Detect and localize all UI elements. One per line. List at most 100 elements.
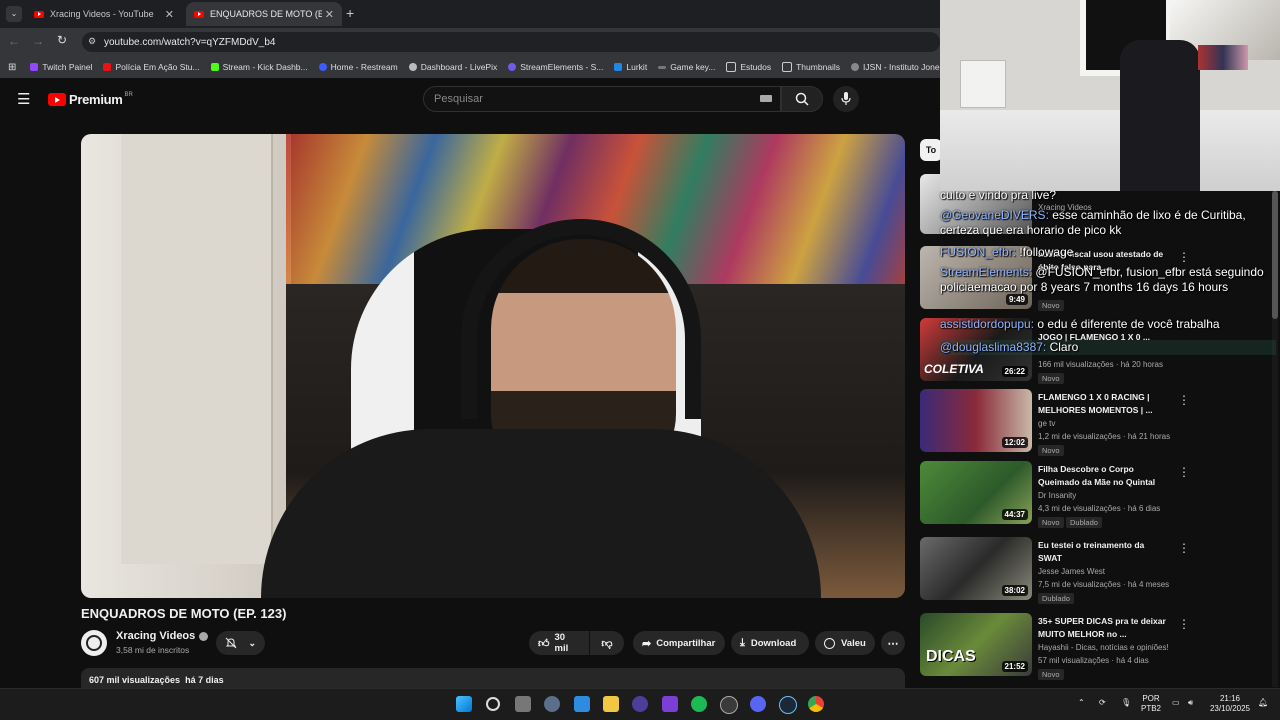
chat-user: assistidordopupu: xyxy=(940,317,1035,331)
notifications-icon[interactable]: 🔔︎ xyxy=(1258,698,1268,708)
chat-user: @douglaslima8387: xyxy=(940,340,1047,354)
new-badge: Novo xyxy=(1038,373,1064,384)
filter-chip-all[interactable]: To xyxy=(920,139,942,161)
tab-label: Xracing Videos - YouTube xyxy=(50,9,154,19)
bookmark-label: Dashboard - LivePix xyxy=(420,62,498,72)
network-icon[interactable]: ▭ xyxy=(1172,698,1180,708)
channel-avatar[interactable] xyxy=(81,630,107,656)
more-options-icon[interactable]: ⋮ xyxy=(1178,617,1190,631)
back-icon[interactable]: ← xyxy=(8,34,20,48)
obs-icon[interactable] xyxy=(720,696,738,714)
video-meta: 1,2 mi de visualizações · há 21 horas xyxy=(1038,432,1171,441)
bookmark-label: Twitch Painel xyxy=(42,62,93,72)
settings-icon[interactable] xyxy=(544,696,560,712)
bookmark-gamekey[interactable]: Game key... xyxy=(658,62,715,72)
bookmark-policia[interactable]: Polícia Em Ação Stu... xyxy=(103,62,200,72)
more-options-icon[interactable]: ⋮ xyxy=(1178,393,1190,407)
bookmark-folder-estudos[interactable]: Estudos xyxy=(726,62,771,72)
tab-xracing[interactable]: Xracing Videos - YouTube ✕ xyxy=(26,2,182,26)
download-button[interactable]: ⤓ Download xyxy=(731,631,809,655)
tab-enquadros[interactable]: ENQUADROS DE MOTO (EP. 12 ✕ xyxy=(186,2,342,26)
chat-user: @GeovaneDIVERS: xyxy=(940,208,1049,222)
bookmark-kick[interactable]: Stream - Kick Dashb... xyxy=(210,62,308,72)
video-title: 35+ SUPER DICAS pra te deixar MUITO MELH… xyxy=(1038,616,1166,639)
search-placeholder: Pesquisar xyxy=(434,93,483,105)
video-thumbnail: 12:02 xyxy=(920,389,1032,452)
bookmark-label: Game key... xyxy=(670,62,716,72)
verified-icon xyxy=(199,631,209,641)
bookmark-streamelements[interactable]: StreamElements - S... xyxy=(508,62,603,72)
more-actions-button[interactable]: ⋯ xyxy=(881,631,905,655)
webcam-chair xyxy=(1120,40,1200,191)
recommendation-item[interactable]: 44:37 Filha Descobre o Corpo Queimado da… xyxy=(920,461,1280,528)
like-button[interactable]: 👍︎ 30 mil xyxy=(529,631,589,655)
forward-icon[interactable]: → xyxy=(32,34,44,48)
duration-badge: 12:02 xyxy=(1001,437,1028,448)
bookmark-restream[interactable]: Home - Restream xyxy=(318,62,398,72)
more-options-icon[interactable]: ⋮ xyxy=(1178,541,1190,555)
webcam-shelf-items xyxy=(1198,45,1248,70)
tab-search-button[interactable]: ⌄ xyxy=(6,6,22,22)
keyboard-icon[interactable] xyxy=(760,95,772,102)
bookmark-folder-thumbnails[interactable]: Thumbnails xyxy=(782,62,840,72)
recommendation-item[interactable]: DICAS 21:52 35+ SUPER DICAS pra te deixa… xyxy=(920,613,1280,680)
more-icon: ⋯ xyxy=(887,637,899,650)
close-tab-icon[interactable]: ✕ xyxy=(165,8,174,21)
app-icon[interactable] xyxy=(632,696,648,712)
windows-start-icon[interactable] xyxy=(456,696,472,712)
photos-icon[interactable] xyxy=(574,696,590,712)
steam-icon[interactable] xyxy=(779,696,797,714)
dubbed-badge: Dublado xyxy=(1038,593,1074,604)
youtube-logo[interactable]: Premium BR xyxy=(48,92,133,107)
channel-name-row[interactable]: Xracing Videos xyxy=(116,630,209,642)
recommendation-item[interactable]: 38:02 Eu testei o treinamento da SWAT Je… xyxy=(920,537,1280,604)
bookmark-lurkit[interactable]: Lurkit xyxy=(614,62,647,72)
apps-icon[interactable]: ⊞ xyxy=(8,62,16,73)
reload-icon[interactable]: ↻ xyxy=(57,33,67,47)
new-badge: Novo xyxy=(1038,445,1064,456)
file-explorer-icon[interactable] xyxy=(603,696,619,712)
bookmark-twitch[interactable]: Twitch Painel xyxy=(30,62,92,72)
dislike-button[interactable]: 👎︎ xyxy=(590,631,624,655)
search-button[interactable] xyxy=(781,86,823,112)
spotify-icon[interactable] xyxy=(691,696,707,712)
recommendation-item[interactable]: 12:02 FLAMENGO 1 X 0 RACING | MELHORES M… xyxy=(920,389,1280,456)
voice-search-button[interactable] xyxy=(833,86,859,112)
keyboard-language[interactable]: POR PTB2 xyxy=(1141,694,1161,714)
channel-name: Xracing Videos xyxy=(116,630,196,642)
search-icon[interactable] xyxy=(486,697,500,711)
app-icon[interactable] xyxy=(662,696,678,712)
bookmark-label: Lurkit xyxy=(626,62,648,72)
video-frame-shirt xyxy=(261,429,821,598)
video-player[interactable] xyxy=(81,134,905,598)
video-title: FLAMENGO 1 X 0 RACING | MELHORES MOMENTO… xyxy=(1038,392,1153,415)
bookmark-livepix[interactable]: Dashboard - LivePix xyxy=(408,62,498,72)
more-options-icon[interactable]: ⋮ xyxy=(1178,465,1190,479)
clock[interactable]: 21:16 23/10/2025 xyxy=(1208,694,1252,714)
chat-user: FUSION_efbr: xyxy=(940,245,1017,259)
close-tab-icon[interactable]: ✕ xyxy=(325,8,334,21)
microphone-icon[interactable]: 🎙︎ xyxy=(1121,698,1131,708)
thanks-icon xyxy=(824,637,835,649)
sync-icon[interactable]: ⟳ xyxy=(1099,698,1106,708)
subscribed-button[interactable]: ⌄ xyxy=(216,631,265,655)
video-thumbnail: 38:02 xyxy=(920,537,1032,600)
bookmark-ijsn[interactable]: IJSN - Instituto Jone... xyxy=(851,62,947,72)
tray-overflow-icon[interactable]: ⌃ xyxy=(1078,698,1085,708)
menu-icon[interactable]: ☰ xyxy=(17,90,30,108)
chat-message: assistidordopupu: o edu é diferente de v… xyxy=(940,317,1276,332)
volume-icon[interactable]: 🔊︎ xyxy=(1188,698,1193,708)
address-field[interactable]: ⚙ youtube.com/watch?v=qYZFMDdV_b4 xyxy=(82,32,940,52)
chrome-icon[interactable] xyxy=(808,696,824,712)
thumbnail-text: COLETIVA xyxy=(924,362,984,376)
search-input[interactable]: Pesquisar xyxy=(423,86,781,112)
share-icon: ➦ xyxy=(642,637,652,650)
share-button[interactable]: ➦ Compartilhar xyxy=(633,631,725,655)
duration-badge: 44:37 xyxy=(1001,509,1028,520)
description-box[interactable]: 607 mil visualizações há 7 dias xyxy=(81,668,905,690)
site-info-icon[interactable]: ⚙ xyxy=(88,36,96,47)
task-view-icon[interactable] xyxy=(515,696,531,712)
new-tab-button[interactable]: + xyxy=(346,5,354,21)
discord-icon[interactable] xyxy=(750,696,766,712)
thanks-button[interactable]: Valeu xyxy=(815,631,875,655)
